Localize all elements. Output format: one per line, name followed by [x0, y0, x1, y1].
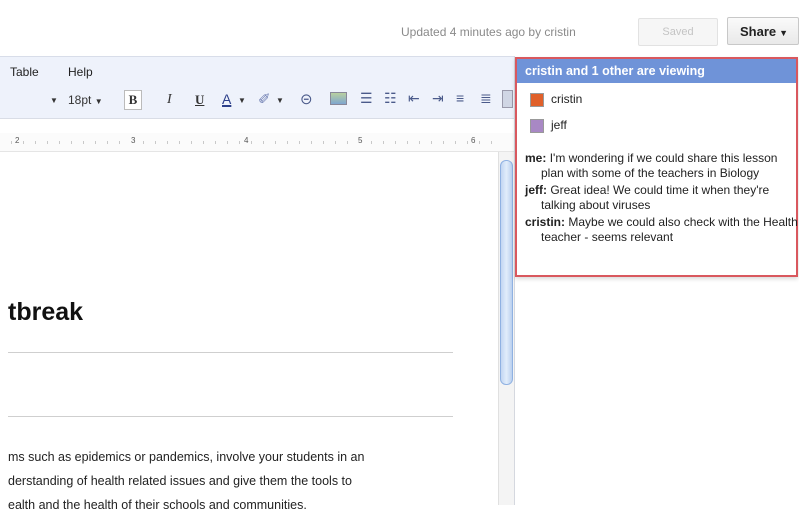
chevron-down-icon: ▼	[94, 97, 103, 106]
saved-button: Saved	[638, 18, 718, 46]
chat-text: Maybe we could also check with the Healt…	[541, 215, 798, 244]
chat-message: cristin: Maybe we could also check with …	[525, 215, 799, 245]
formatting-toolbar: ▼ 18pt ▼ B I U A ▼ ✐ ▼ ⊝ ☰ ☷ ⇤ ⇥ ≡ ≣	[0, 84, 514, 119]
ruler-label: 3	[130, 136, 137, 145]
align-left-icon[interactable]: ≡	[456, 90, 464, 106]
numbered-list-icon[interactable]: ☰	[360, 90, 373, 107]
scrollbar-thumb[interactable]	[500, 160, 513, 385]
chat-text: Great idea! We could time it when they'r…	[541, 183, 770, 212]
font-size-value: 18pt	[68, 93, 92, 107]
viewer-cristin[interactable]: cristin	[530, 91, 582, 107]
chat-text: I'm wondering if we could share this les…	[541, 151, 778, 180]
ruler-label: 2	[14, 136, 21, 145]
highlight-color-icon[interactable]: ✐	[258, 90, 271, 108]
increase-indent-icon[interactable]: ⇥	[432, 90, 444, 107]
text-color-button[interactable]: A	[222, 91, 231, 107]
chat-author: jeff:	[525, 183, 547, 197]
decrease-indent-icon[interactable]: ⇤	[408, 90, 420, 107]
ruler-label: 6	[470, 136, 477, 145]
viewer-name: jeff	[551, 118, 567, 132]
chat-message: me: I'm wondering if we could share this…	[525, 151, 799, 181]
viewer-color-swatch	[530, 92, 544, 107]
link-icon[interactable]: ⊝	[300, 90, 313, 108]
chat-author: cristin:	[525, 215, 566, 229]
document-heading[interactable]: tbreak	[8, 298, 83, 327]
chat-author: me:	[525, 151, 547, 165]
ruler-ticks	[0, 133, 500, 151]
share-button[interactable]: Share ▼	[727, 17, 799, 45]
horizontal-rule	[8, 352, 453, 353]
font-dropdown-chevron-icon[interactable]: ▼	[50, 96, 58, 105]
underline-button[interactable]: U	[195, 92, 204, 108]
ruler-label: 4	[243, 136, 250, 145]
paragraph-line: ealth and the health of their schools an…	[8, 498, 307, 512]
horizontal-rule	[8, 416, 453, 417]
align-justify-icon[interactable]	[502, 90, 513, 108]
image-icon[interactable]	[330, 92, 347, 105]
viewer-jeff[interactable]: jeff	[530, 117, 567, 133]
document-paragraph[interactable]: ms such as epidemics or pandemics, invol…	[8, 445, 478, 517]
chevron-down-icon[interactable]: ▼	[276, 96, 284, 105]
paragraph-line: derstanding of health related issues and…	[8, 474, 352, 488]
viewers-panel-title: cristin and 1 other are viewing	[517, 59, 796, 83]
chevron-down-icon[interactable]: ▼	[238, 96, 246, 105]
font-size-select[interactable]: 18pt ▼	[68, 93, 103, 107]
viewer-color-swatch	[530, 118, 544, 133]
revision-status[interactable]: Updated 4 minutes ago by cristin	[401, 25, 576, 39]
paragraph-line: ms such as epidemics or pandemics, invol…	[8, 450, 365, 464]
chat-log: me: I'm wondering if we could share this…	[525, 151, 799, 247]
top-bar: Updated 4 minutes ago by cristin Saved S…	[0, 0, 799, 55]
share-button-label: Share	[740, 24, 777, 39]
align-center-icon[interactable]: ≣	[480, 90, 492, 107]
viewer-name: cristin	[551, 92, 583, 106]
bold-button[interactable]: B	[124, 90, 142, 110]
viewers-panel: cristin and 1 other are viewing cristin …	[515, 57, 798, 277]
bulleted-list-icon[interactable]: ☷	[384, 90, 397, 107]
chat-message: jeff: Great idea! We could time it when …	[525, 183, 799, 213]
ruler: 2 3 4 5 6	[0, 133, 514, 152]
menu-help[interactable]: Help	[68, 65, 93, 79]
ruler-label: 5	[357, 136, 364, 145]
chevron-down-icon: ▼	[779, 28, 789, 38]
menu-table[interactable]: Table	[10, 65, 39, 79]
italic-button[interactable]: I	[167, 92, 172, 108]
